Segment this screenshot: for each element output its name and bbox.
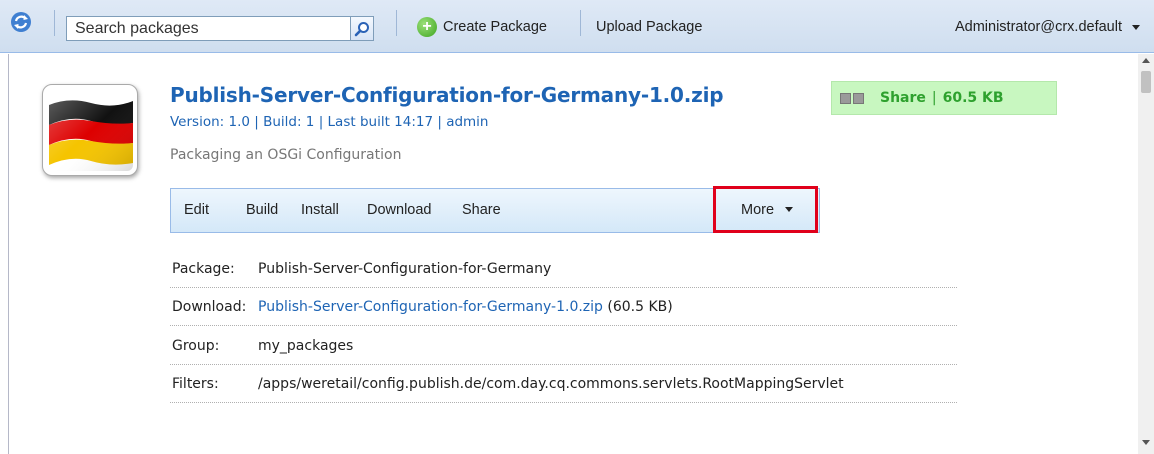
filters-value: /apps/weretail/config.publish.de/com.day… (258, 376, 844, 392)
package-meta[interactable]: Version: 1.0 | Build: 1 | Last built 14:… (170, 114, 489, 130)
detail-row-group: Group: my_packages (170, 331, 957, 365)
toolbar-separator (54, 10, 55, 36)
share-status-icon (840, 92, 864, 104)
scroll-thumb[interactable] (1141, 71, 1151, 93)
package-title-link[interactable]: Publish-Server-Configuration-for-Germany… (170, 83, 724, 107)
download-label: Download: (172, 299, 247, 315)
filters-label: Filters: (172, 376, 219, 392)
create-package-label: Create Package (443, 19, 547, 35)
package-size: 60.5 KB (942, 90, 1004, 106)
top-toolbar: + Create Package Upload Package Administ… (0, 0, 1154, 53)
package-description: Packaging an OSGi Configuration (170, 147, 402, 163)
chevron-down-icon (1132, 24, 1140, 30)
more-menu-button[interactable]: More (713, 186, 818, 233)
scroll-down-arrow-icon[interactable] (1142, 440, 1150, 445)
package-name-value: Publish-Server-Configuration-for-Germany (258, 261, 552, 277)
toolbar-separator (580, 10, 581, 36)
more-label: More (741, 201, 775, 218)
toolbar-separator (396, 10, 397, 36)
group-label: Group: (172, 338, 220, 354)
package-thumbnail (42, 84, 138, 176)
build-button[interactable]: Build (246, 202, 278, 218)
create-package-button[interactable]: + Create Package (417, 15, 547, 39)
magnifier-icon (354, 21, 369, 36)
search-button[interactable] (350, 16, 374, 41)
group-value: my_packages (258, 338, 354, 354)
refresh-icon[interactable] (9, 10, 33, 34)
search-box (66, 16, 378, 41)
scroll-up-arrow-icon[interactable] (1142, 58, 1150, 63)
download-button[interactable]: Download (367, 202, 432, 218)
upload-package-label: Upload Package (596, 19, 703, 35)
share-separator: | (931, 90, 937, 106)
share-button[interactable]: Share (462, 202, 501, 218)
vertical-scrollbar[interactable] (1138, 54, 1154, 454)
upload-package-button[interactable]: Upload Package (596, 15, 702, 39)
share-status-badge[interactable]: Share | 60.5 KB (831, 81, 1057, 115)
download-link[interactable]: Publish-Server-Configuration-for-Germany… (258, 299, 603, 315)
edit-button[interactable]: Edit (184, 202, 209, 218)
package-label: Package: (172, 261, 235, 277)
user-menu[interactable]: Administrator@crx.default (955, 15, 1140, 39)
detail-row-package: Package: Publish-Server-Configuration-fo… (170, 254, 957, 288)
share-status-label: Share (880, 90, 926, 106)
download-size: (60.5 KB) (607, 299, 673, 315)
install-button[interactable]: Install (301, 202, 339, 218)
germany-flag-icon (49, 91, 133, 171)
detail-row-filters: Filters: /apps/weretail/config.publish.d… (170, 369, 957, 403)
search-input[interactable] (66, 16, 351, 41)
detail-row-download: Download: Publish-Server-Configuration-f… (170, 292, 957, 326)
plus-circle-icon: + (417, 17, 437, 37)
package-action-bar: Edit Build Install Download Share More (170, 186, 820, 233)
chevron-down-icon (785, 207, 794, 212)
user-label: Administrator@crx.default (954, 19, 1122, 35)
